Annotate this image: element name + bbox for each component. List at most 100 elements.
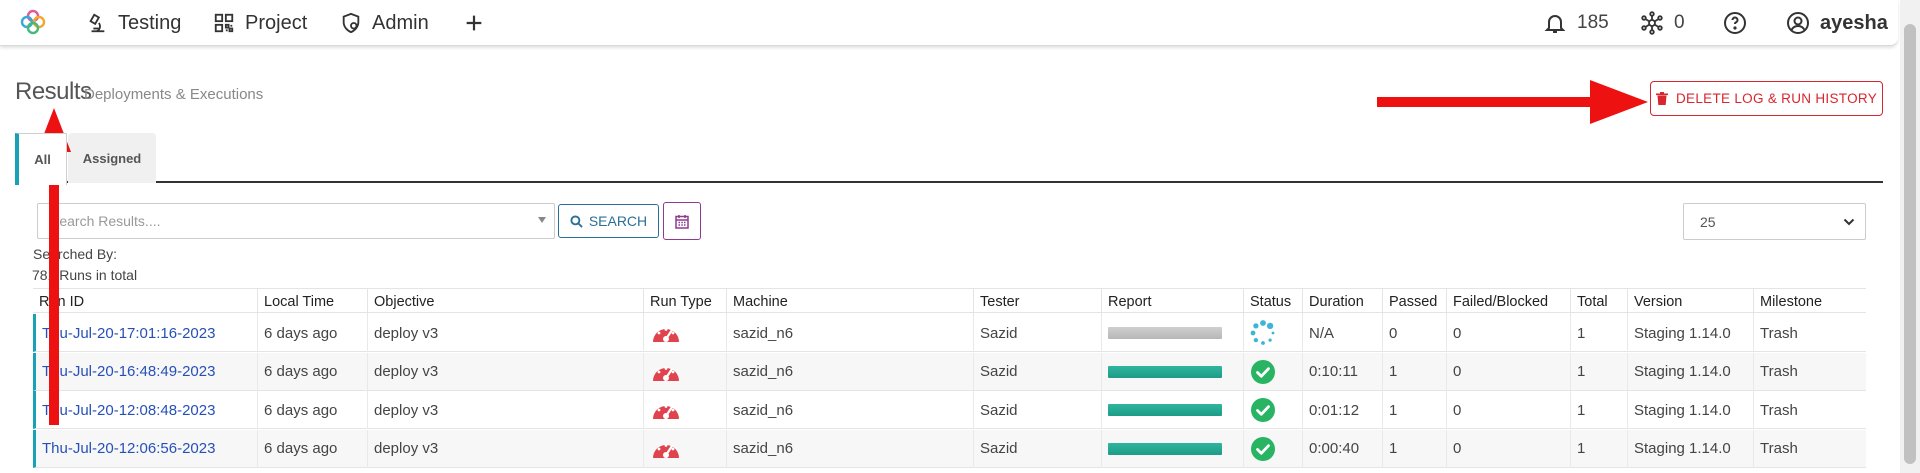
status-cell xyxy=(1243,314,1302,352)
run-id-link[interactable]: Thu-Jul-20-17:01:16-2023 xyxy=(36,314,260,352)
arrow-right-annotation xyxy=(1377,80,1648,124)
machine-cell-text: sazid_n6 xyxy=(733,363,794,380)
report-cell[interactable] xyxy=(1101,391,1243,429)
report-cell[interactable] xyxy=(1101,352,1243,391)
search-input[interactable]: Search Results.... xyxy=(37,203,555,239)
run-type-cell xyxy=(643,429,726,468)
objective-cell: deploy v3 xyxy=(367,391,643,429)
objective-cell-text: deploy v3 xyxy=(374,363,439,380)
network-button[interactable]: 0 xyxy=(1640,0,1685,46)
report-progress-bar[interactable] xyxy=(1108,404,1222,416)
tab-all[interactable]: All xyxy=(15,133,67,185)
run-id-link[interactable]: Thu-Jul-20-12:08:48-2023 xyxy=(36,391,260,429)
report-progress-bar[interactable] xyxy=(1108,327,1222,339)
user-menu[interactable]: ayesha xyxy=(1786,0,1888,46)
machine-cell: sazid_n6 xyxy=(726,429,973,468)
col-run-id[interactable]: Run ID xyxy=(33,289,257,314)
objective-cell-text: deploy v3 xyxy=(374,440,439,457)
machine-cell: sazid_n6 xyxy=(726,391,973,429)
failed-blocked-cell: 0 xyxy=(1446,391,1570,429)
machine-cell: sazid_n6 xyxy=(726,314,973,352)
milestone-cell: Trash xyxy=(1753,352,1866,391)
col-duration[interactable]: Duration xyxy=(1302,289,1382,314)
col-tester[interactable]: Tester xyxy=(973,289,1101,314)
app-logo-icon[interactable] xyxy=(18,7,48,37)
chevron-down-icon xyxy=(1843,218,1855,226)
local-time-cell: 6 days ago xyxy=(257,391,367,429)
report-progress-bar[interactable] xyxy=(1108,365,1222,378)
table-row[interactable]: Thu-Jul-20-17:01:16-2023 6 days ago deploy… xyxy=(33,314,1866,352)
shield-gear-icon xyxy=(342,12,360,34)
help-button[interactable] xyxy=(1723,0,1747,46)
run-type-cell xyxy=(643,391,726,429)
add-button[interactable] xyxy=(463,0,485,46)
run-id-link[interactable]: Thu-Jul-20-12:06:56-2023 xyxy=(36,430,260,468)
failed-blocked-cell: 0 xyxy=(1446,314,1570,352)
milestone-cell: Trash xyxy=(1753,429,1866,468)
col-passed[interactable]: Passed xyxy=(1382,289,1446,314)
machine-cell-text: sazid_n6 xyxy=(733,324,794,342)
table-header: Run ID Local Time Objective Run Type Mac… xyxy=(33,288,1866,314)
run-id-link-text[interactable]: Thu-Jul-20-12:08:48-2023 xyxy=(42,402,215,419)
col-objective[interactable]: Objective xyxy=(367,289,643,314)
report-progress-bar[interactable] xyxy=(1108,442,1222,455)
col-local-time[interactable]: Local Time xyxy=(257,289,367,314)
col-total[interactable]: Total xyxy=(1570,289,1627,314)
local-time-cell-text: 6 days ago xyxy=(264,440,338,457)
notifications-button[interactable]: 185 xyxy=(1543,0,1609,46)
page-subtitle: Deployments & Executions xyxy=(84,86,264,103)
total-cell-text: 1 xyxy=(1577,440,1586,457)
date-filter-button[interactable] xyxy=(663,202,701,240)
col-milestone[interactable]: Milestone xyxy=(1753,289,1866,314)
col-report[interactable]: Report xyxy=(1101,289,1243,314)
nav-admin[interactable]: Admin xyxy=(340,0,429,46)
calendar-icon xyxy=(675,214,689,229)
report-cell[interactable] xyxy=(1101,429,1243,468)
col-machine[interactable]: Machine xyxy=(726,289,973,314)
milestone-cell-text: Trash xyxy=(1760,363,1798,380)
caret-down-icon[interactable] xyxy=(538,217,546,223)
passed-cell: 1 xyxy=(1382,429,1446,468)
milestone-cell-text: Trash xyxy=(1760,440,1798,457)
local-time-cell-text: 6 days ago xyxy=(264,363,338,380)
version-cell: Staging 1.14.0 xyxy=(1627,314,1753,352)
page-scrollbar[interactable] xyxy=(1900,0,1920,473)
runs-total-label: 781 Runs in total xyxy=(32,267,138,283)
version-cell-text: Staging 1.14.0 xyxy=(1634,440,1731,457)
notifications-count: 185 xyxy=(1577,12,1609,33)
speedometer-icon xyxy=(653,328,679,342)
page-size-select[interactable]: 25 xyxy=(1683,203,1866,240)
scrollbar-thumb[interactable] xyxy=(1904,24,1916,464)
tab-assigned[interactable]: Assigned xyxy=(68,133,156,183)
duration-cell-text: 0:10:11 xyxy=(1309,363,1358,380)
local-time-cell: 6 days ago xyxy=(257,352,367,391)
local-time-cell-text: 6 days ago xyxy=(264,401,338,419)
duration-cell-text: 0:01:12 xyxy=(1309,401,1360,419)
col-status[interactable]: Status xyxy=(1243,289,1302,314)
local-time-cell: 6 days ago xyxy=(257,429,367,468)
duration-cell: 0:10:11 xyxy=(1302,352,1382,391)
run-id-link-text[interactable]: Thu-Jul-20-12:06:56-2023 xyxy=(42,440,215,457)
col-version[interactable]: Version xyxy=(1627,289,1753,314)
nav-testing[interactable]: Testing xyxy=(86,0,181,46)
table-row[interactable]: Thu-Jul-20-16:48:49-2023 6 days ago deploy… xyxy=(33,352,1866,391)
delete-log-history-button[interactable]: DELETE LOG & RUN HISTORY xyxy=(1650,81,1883,116)
passed-cell: 1 xyxy=(1382,352,1446,391)
run-id-link-text[interactable]: Thu-Jul-20-16:48:49-2023 xyxy=(42,363,215,380)
failed-blocked-cell-text: 0 xyxy=(1453,363,1462,380)
nav-project-label: Project xyxy=(245,11,308,34)
report-cell[interactable] xyxy=(1101,314,1243,352)
search-button[interactable]: SEARCH xyxy=(558,204,659,238)
tester-cell: Sazid xyxy=(973,429,1101,468)
check-circle-icon xyxy=(1251,436,1275,461)
tester-cell-text: Sazid xyxy=(980,363,1018,380)
table-row[interactable]: Thu-Jul-20-12:08:48-2023 6 days ago deploy… xyxy=(33,391,1866,429)
col-run-type[interactable]: Run Type xyxy=(643,289,726,314)
table-row[interactable]: Thu-Jul-20-12:06:56-2023 6 days ago deploy… xyxy=(33,429,1866,468)
run-id-link-text[interactable]: Thu-Jul-20-17:01:16-2023 xyxy=(42,325,215,342)
run-id-link[interactable]: Thu-Jul-20-16:48:49-2023 xyxy=(36,353,260,391)
duration-cell: N/A xyxy=(1302,314,1382,352)
milestone-cell-text: Trash xyxy=(1760,401,1798,419)
col-failed-blocked[interactable]: Failed/Blocked xyxy=(1446,289,1570,314)
nav-project[interactable]: Project xyxy=(213,0,307,46)
